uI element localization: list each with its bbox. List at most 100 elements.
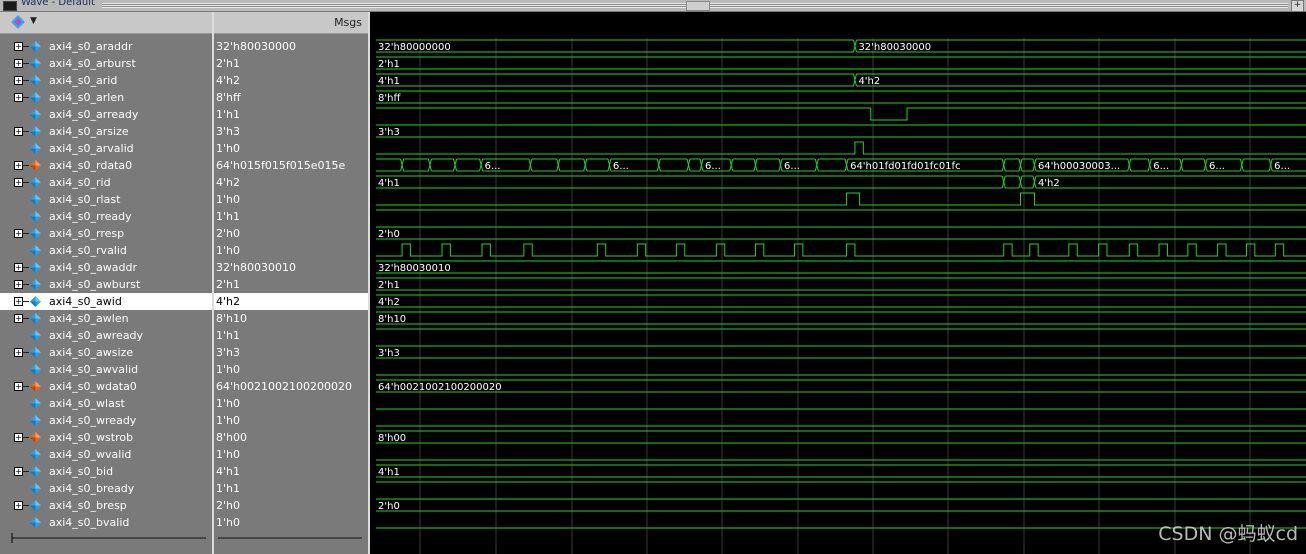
signal-row[interactable]: axi4_s0_awready bbox=[0, 327, 212, 344]
signal-row[interactable]: + axi4_s0_araddr bbox=[0, 38, 212, 55]
signal-row[interactable]: axi4_s0_wvalid bbox=[0, 446, 212, 463]
signal-value-row[interactable]: 8'hff bbox=[214, 89, 368, 106]
bus-value-label: 64'h0021002100200020 bbox=[378, 382, 502, 393]
signal-row[interactable]: + axi4_s0_arsize bbox=[0, 123, 212, 140]
signal-row[interactable]: axi4_s0_rready bbox=[0, 208, 212, 225]
signal-value-row[interactable]: 2'h1 bbox=[214, 276, 368, 293]
signal-row[interactable]: axi4_s0_bready bbox=[0, 480, 212, 497]
signal-value-row[interactable]: 1'h0 bbox=[214, 140, 368, 157]
bus-value-label: 4'h1 bbox=[378, 178, 400, 189]
chevron-down-icon[interactable]: ▼ bbox=[30, 16, 37, 26]
signal-row[interactable]: + axi4_s0_bresp bbox=[0, 497, 212, 514]
tree-connector bbox=[22, 386, 29, 387]
bus-value-label: 6... bbox=[705, 161, 721, 172]
signal-row[interactable]: + axi4_s0_awid bbox=[0, 293, 212, 310]
tree-connector bbox=[22, 80, 29, 81]
title-bar[interactable]: Wave - Default + bbox=[0, 0, 1306, 12]
signal-value-row[interactable]: 1'h0 bbox=[214, 395, 368, 412]
signal-row[interactable]: + axi4_s0_awsize bbox=[0, 344, 212, 361]
signal-value-row[interactable]: 32'h80030010 bbox=[214, 259, 368, 276]
signal-value: 2'h0 bbox=[216, 227, 240, 240]
bus-value-label: 2'h0 bbox=[378, 501, 400, 512]
signal-row[interactable]: axi4_s0_awvalid bbox=[0, 361, 212, 378]
signal-value: 4'h2 bbox=[216, 176, 240, 189]
signal-value-row[interactable]: 2'h1 bbox=[214, 55, 368, 72]
signal-row[interactable]: axi4_s0_wready bbox=[0, 412, 212, 429]
signal-value-row[interactable]: 1'h0 bbox=[214, 446, 368, 463]
bus-value-label: 4'h1 bbox=[378, 467, 400, 478]
values-header: Msgs bbox=[214, 12, 368, 34]
scalar-waveform bbox=[376, 141, 1306, 155]
signal-value-row[interactable]: 2'h0 bbox=[214, 497, 368, 514]
signal-value-row[interactable]: 4'h2 bbox=[214, 174, 368, 191]
signal-name: axi4_s0_bid bbox=[49, 465, 114, 478]
signal-value-row[interactable]: 4'h1 bbox=[214, 463, 368, 480]
signal-row[interactable]: axi4_s0_wlast bbox=[0, 395, 212, 412]
bus-value-label: 4'h1 bbox=[378, 76, 400, 87]
signal-name: axi4_s0_wvalid bbox=[49, 448, 132, 461]
signal-name: axi4_s0_bresp bbox=[49, 499, 127, 512]
signal-row[interactable]: + axi4_s0_wstrob bbox=[0, 429, 212, 446]
signal-value-row[interactable]: 64'h0021002100200020 bbox=[214, 378, 368, 395]
signal-value-row[interactable]: 2'h0 bbox=[214, 225, 368, 242]
signal-row[interactable]: + axi4_s0_rresp bbox=[0, 225, 212, 242]
signal-name: axi4_s0_rresp bbox=[49, 227, 125, 240]
tree-connector bbox=[22, 131, 29, 132]
signal-row[interactable]: + axi4_s0_awaddr bbox=[0, 259, 212, 276]
bus-value-label: 2'h1 bbox=[378, 280, 400, 291]
signal-row[interactable]: + axi4_s0_rdata0 bbox=[0, 157, 212, 174]
signal-row[interactable]: axi4_s0_rlast bbox=[0, 191, 212, 208]
waveform-canvas[interactable]: 32'h80000000 32'h80030000 2'h1 4'h1 4'h2 8'hf… bbox=[370, 12, 1306, 554]
signal-name: axi4_s0_awaddr bbox=[49, 261, 137, 274]
signal-row[interactable]: axi4_s0_arready bbox=[0, 106, 212, 123]
signal-value: 1'h1 bbox=[216, 329, 240, 342]
signal-row[interactable]: axi4_s0_rvalid bbox=[0, 242, 212, 259]
signal-value: 1'h1 bbox=[216, 108, 240, 121]
signal-value-row[interactable]: 1'h1 bbox=[214, 208, 368, 225]
window-menu-button[interactable]: + bbox=[1291, 0, 1304, 12]
signal-value-row[interactable]: 1'h0 bbox=[214, 412, 368, 429]
signal-value-row[interactable]: 1'h1 bbox=[214, 480, 368, 497]
signal-value-row[interactable]: 64'h015f015f015e015e bbox=[214, 157, 368, 174]
signal-value-row[interactable]: 4'h2 bbox=[214, 72, 368, 89]
title-grip-handle[interactable] bbox=[686, 1, 710, 11]
bus-value-label: 6... bbox=[1209, 161, 1225, 172]
signal-values-pane[interactable]: Msgs 32'h80030000 2'h1 4'h2 8'hff 1'h1 3'h3 1'… bbox=[214, 12, 370, 554]
signal-row[interactable]: + axi4_s0_arid bbox=[0, 72, 212, 89]
signal-value-row[interactable]: 1'h0 bbox=[214, 242, 368, 259]
bus-value-label: 6... bbox=[784, 161, 800, 172]
signal-names-pane[interactable]: ▼ + axi4_s0_araddr + axi4_s0_arburst + axi4_s… bbox=[0, 12, 214, 554]
bus-value-label: 8'h00 bbox=[378, 433, 406, 444]
signal-value-row[interactable]: 3'h3 bbox=[214, 123, 368, 140]
signal-diamond-icon bbox=[30, 126, 41, 137]
signal-diamond-icon bbox=[30, 160, 41, 171]
signal-value-row[interactable]: 1'h0 bbox=[214, 361, 368, 378]
signal-row[interactable]: + axi4_s0_awburst bbox=[0, 276, 212, 293]
signal-value-row[interactable]: 1'h0 bbox=[214, 191, 368, 208]
signal-value-row[interactable]: 8'h10 bbox=[214, 310, 368, 327]
wave-toolbar-icon[interactable] bbox=[11, 15, 25, 29]
signal-value: 64'h015f015f015e015e bbox=[216, 159, 346, 172]
signal-row[interactable]: axi4_s0_arvalid bbox=[0, 140, 212, 157]
signal-value: 1'h0 bbox=[216, 142, 240, 155]
signal-value: 4'h2 bbox=[216, 295, 240, 308]
signal-row[interactable]: + axi4_s0_wdata0 bbox=[0, 378, 212, 395]
signal-value: 1'h0 bbox=[216, 193, 240, 206]
signal-value-row[interactable]: 3'h3 bbox=[214, 344, 368, 361]
signal-diamond-icon bbox=[30, 143, 41, 154]
signal-row[interactable]: + axi4_s0_arlen bbox=[0, 89, 212, 106]
waveform-pane[interactable]: 32'h80000000 32'h80030000 2'h1 4'h1 4'h2 8'hf… bbox=[370, 12, 1306, 554]
signal-diamond-icon bbox=[30, 398, 41, 409]
signal-row[interactable]: + axi4_s0_rid bbox=[0, 174, 212, 191]
signal-value-row[interactable]: 1'h1 bbox=[214, 106, 368, 123]
signal-value-row[interactable]: 32'h80030000 bbox=[214, 38, 368, 55]
signal-value-row[interactable]: 1'h1 bbox=[214, 327, 368, 344]
signal-value-row[interactable]: 8'h00 bbox=[214, 429, 368, 446]
signal-row[interactable]: + axi4_s0_arburst bbox=[0, 55, 212, 72]
bus-value-label: 6... bbox=[613, 161, 629, 172]
signal-row[interactable]: + axi4_s0_bid bbox=[0, 463, 212, 480]
signal-row[interactable]: + axi4_s0_awlen bbox=[0, 310, 212, 327]
signal-name: axi4_s0_rvalid bbox=[49, 244, 127, 257]
signal-value: 8'hff bbox=[216, 91, 241, 104]
signal-value-row[interactable]: 4'h2 bbox=[214, 293, 368, 310]
